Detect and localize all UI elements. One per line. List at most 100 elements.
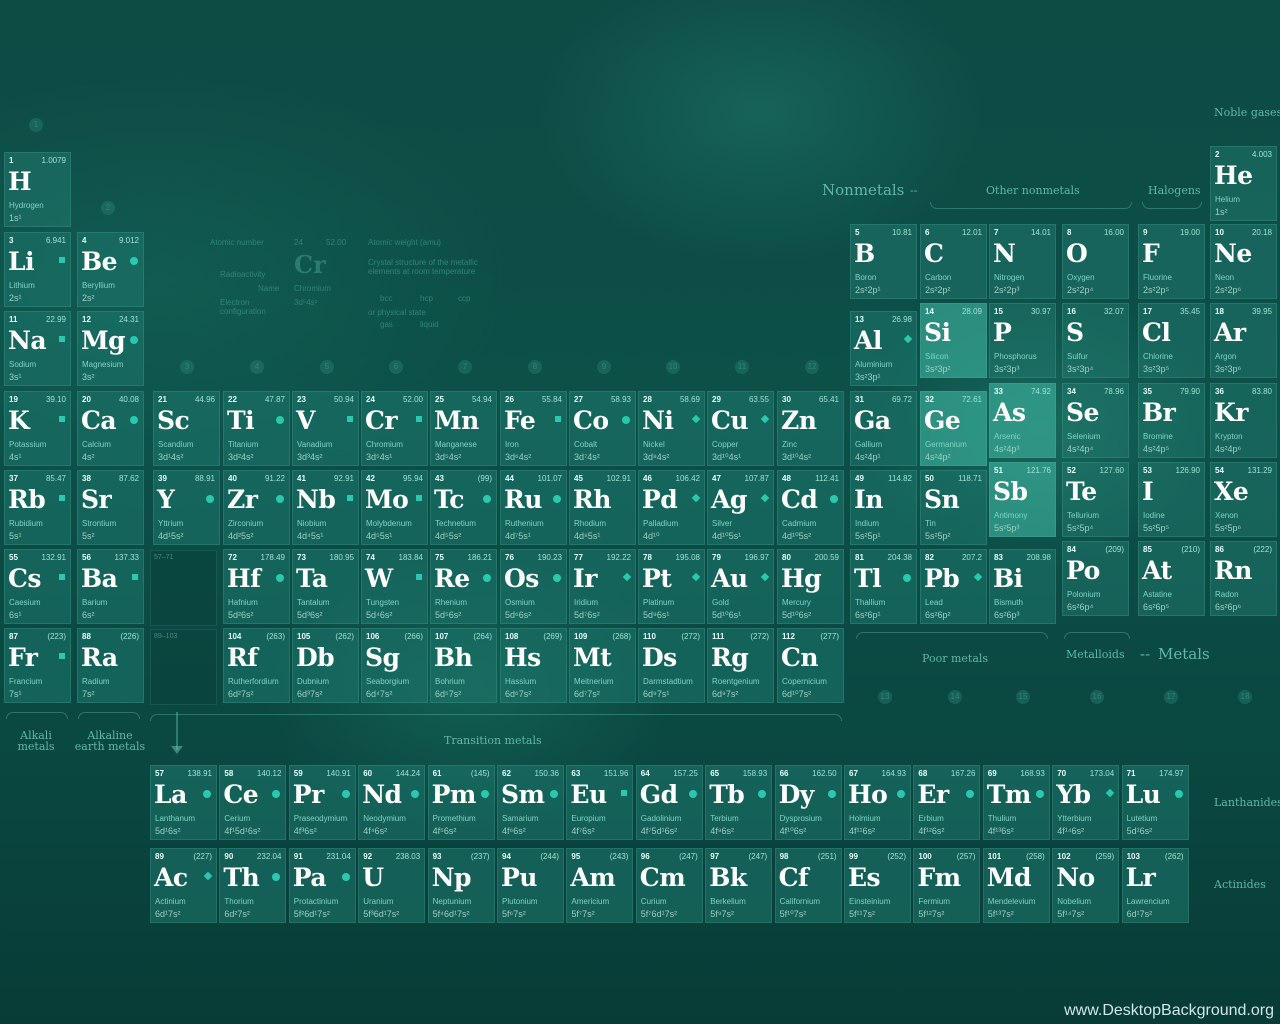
element-cell-sc[interactable]: 21 44.96 Sc Scandium 3d¹4s² [153, 391, 220, 466]
element-cell-re[interactable]: 75 186.21 Re Rhenium 5d⁵6s² [430, 549, 497, 624]
element-cell-hg[interactable]: 80 200.59 Hg Mercury 5d¹⁰6s² [777, 549, 844, 624]
element-cell-li[interactable]: 3 6.941 Li Lithium 2s¹ [4, 232, 71, 307]
element-cell-rb[interactable]: 37 85.47 Rb Rubidium 5s¹ [4, 470, 71, 545]
element-cell-ra[interactable]: 88 (226) Ra Radium 7s² [77, 628, 144, 703]
element-cell-cs[interactable]: 55 132.91 Cs Caesium 6s¹ [4, 549, 71, 624]
element-cell-zn[interactable]: 30 65.41 Zn Zinc 3d¹⁰4s² [777, 391, 844, 466]
element-cell-ru[interactable]: 44 101.07 Ru Ruthenium 4d⁷5s¹ [500, 470, 567, 545]
element-cell-in[interactable]: 49 114.82 In Indium 5s²5p¹ [850, 470, 917, 545]
element-cell-u[interactable]: 92 238.03 U Uranium 5f³6d¹7s² [358, 848, 426, 923]
element-cell-fr[interactable]: 87 (223) Fr Francium 7s¹ [4, 628, 71, 703]
element-cell-si[interactable]: 14 28.09 Si Silicon 3s²3p² [920, 303, 987, 378]
element-cell-cl[interactable]: 17 35.45 Cl Chlorine 3s²3p⁵ [1138, 303, 1205, 378]
element-cell-sr[interactable]: 38 87.62 Sr Strontium 5s² [77, 470, 144, 545]
element-cell-po[interactable]: 84 (209) Po Polonium 6s²6p⁴ [1062, 541, 1129, 616]
element-cell-p[interactable]: 15 30.97 P Phosphorus 3s²3p³ [989, 303, 1056, 378]
element-cell-as[interactable]: 33 74.92 As Arsenic 4s²4p³ [989, 383, 1056, 458]
element-cell-eu[interactable]: 63 151.96 Eu Europium 4f⁷6s² [566, 765, 634, 840]
element-cell-w[interactable]: 74 183.84 W Tungsten 5d⁴6s² [361, 549, 428, 624]
element-cell-cn[interactable]: 112 (277) Cn Copernicium 6d¹⁰7s² [777, 628, 844, 703]
element-cell-na[interactable]: 11 22.99 Na Sodium 3s¹ [4, 311, 71, 386]
element-cell-ce[interactable]: 58 140.12 Ce Cerium 4f¹5d¹6s² [219, 765, 287, 840]
element-cell-n[interactable]: 7 14.01 N Nitrogen 2s²2p³ [989, 224, 1056, 299]
element-cell-pr[interactable]: 59 140.91 Pr Praseodymium 4f³6s² [288, 765, 356, 840]
element-cell-he[interactable]: 2 4.003 He Helium 1s² [1210, 146, 1277, 221]
element-cell-cf[interactable]: 98 (251) Cf Californium 5f¹⁰7s² [774, 848, 842, 923]
element-cell-sg[interactable]: 106 (266) Sg Seaborgium 6d⁴7s² [361, 628, 428, 703]
element-cell-lu[interactable]: 71 174.97 Lu Lutetium 5d¹6s² [1121, 765, 1189, 840]
element-cell-zr[interactable]: 40 91.22 Zr Zirconium 4d²5s² [223, 470, 290, 545]
element-cell-os[interactable]: 76 190.23 Os Osmium 5d⁶6s² [500, 549, 567, 624]
element-cell-hs[interactable]: 108 (269) Hs Hassium 6d⁶7s² [500, 628, 567, 703]
element-cell-pb[interactable]: 82 207.2 Pb Lead 6s²6p² [920, 549, 987, 624]
element-cell-md[interactable]: 101 (258) Md Mendelevium 5f¹³7s² [982, 848, 1050, 923]
element-cell-rg[interactable]: 111 (272) Rg Roentgenium 6d⁹7s² [707, 628, 774, 703]
element-cell-er[interactable]: 68 167.26 Er Erbium 4f¹²6s² [913, 765, 981, 840]
element-cell-be[interactable]: 4 9.012 Be Beryllium 2s² [77, 232, 144, 307]
element-cell-ca[interactable]: 20 40.08 Ca Calcium 4s² [77, 391, 144, 466]
element-cell-fe[interactable]: 26 55.84 Fe Iron 3d⁶4s² [500, 391, 567, 466]
element-cell-xe[interactable]: 54 131.29 Xe Xenon 5s²5p⁶ [1210, 462, 1277, 537]
element-cell-f[interactable]: 9 19.00 F Fluorine 2s²2p⁵ [1138, 224, 1205, 299]
element-cell-al[interactable]: 13 26.98 Al Aluminium 3s²3p¹ [850, 311, 917, 386]
element-cell-mo[interactable]: 42 95.94 Mo Molybdenum 4d⁵5s¹ [361, 470, 428, 545]
element-cell-cr[interactable]: 24 52.00 Cr Chromium 3d⁵4s¹ [361, 391, 428, 466]
element-cell-ds[interactable]: 110 (272) Ds Darmstadtium 6d⁹7s¹ [638, 628, 705, 703]
element-cell-mt[interactable]: 109 (268) Mt Meitnerium 6d⁷7s² [569, 628, 636, 703]
element-cell-db[interactable]: 105 (262) Db Dubnium 6d³7s² [292, 628, 359, 703]
element-cell-ti[interactable]: 22 47.87 Ti Titanium 3d²4s² [223, 391, 290, 466]
element-cell-ge[interactable]: 32 72.61 Ge Germanium 4s²4p² [920, 391, 987, 466]
element-cell-pt[interactable]: 78 195.08 Pt Platinum 5d⁹6s¹ [638, 549, 705, 624]
element-cell-c[interactable]: 6 12.01 C Carbon 2s²2p² [920, 224, 987, 299]
element-cell-ni[interactable]: 28 58.69 Ni Nickel 3d⁸4s² [638, 391, 705, 466]
element-cell-rh[interactable]: 45 102.91 Rh Rhodium 4d⁸5s¹ [569, 470, 636, 545]
element-cell-ho[interactable]: 67 164.93 Ho Holmium 4f¹¹6s² [844, 765, 911, 840]
element-cell-hf[interactable]: 72 178.49 Hf Hafnium 5d²6s² [223, 549, 290, 624]
element-cell-am[interactable]: 95 (243) Am Americium 5f⁷7s² [566, 848, 634, 923]
element-cell-te[interactable]: 52 127.60 Te Tellurium 5s²5p⁴ [1062, 462, 1129, 537]
element-cell-ne[interactable]: 10 20.18 Ne Neon 2s²2p⁶ [1210, 224, 1277, 299]
element-cell-ar[interactable]: 18 39.95 Ar Argon 3s²3p⁶ [1210, 303, 1277, 378]
element-cell-cu[interactable]: 29 63.55 Cu Copper 3d¹⁰4s¹ [707, 391, 774, 466]
element-cell-lr[interactable]: 103 (262) Lr Lawrencium 6d¹7s² [1121, 848, 1189, 923]
element-cell-cm[interactable]: 96 (247) Cm Curium 5f⁷6d¹7s² [635, 848, 703, 923]
element-cell-nd[interactable]: 60 144.24 Nd Neodymium 4f⁴6s² [358, 765, 426, 840]
element-cell-yb[interactable]: 70 173.04 Yb Ytterbium 4f¹⁴6s² [1052, 765, 1120, 840]
element-cell-bk[interactable]: 97 (247) Bk Berkelium 5f⁹7s² [705, 848, 773, 923]
element-cell-bh[interactable]: 107 (264) Bh Bohrium 6d⁵7s² [430, 628, 497, 703]
element-cell-b[interactable]: 5 10.81 B Boron 2s²2p¹ [850, 224, 917, 299]
element-cell-i[interactable]: 53 126.90 I Iodine 5s²5p⁵ [1138, 462, 1205, 537]
element-cell-tc[interactable]: 43 (99) Tc Technetium 4d⁵5s² [430, 470, 497, 545]
element-cell-la[interactable]: 57 138.91 La Lanthanum 5d¹6s² [150, 765, 217, 840]
element-cell-dy[interactable]: 66 162.50 Dy Dysprosium 4f¹⁰6s² [774, 765, 842, 840]
element-cell-cd[interactable]: 48 112.41 Cd Cadmium 4d¹⁰5s² [777, 470, 844, 545]
element-cell-ta[interactable]: 73 180.95 Ta Tantalum 5d³6s² [292, 549, 359, 624]
element-cell-ga[interactable]: 31 69.72 Ga Gallium 4s²4p¹ [850, 391, 917, 466]
element-cell-ac[interactable]: 89 (227) Ac Actinium 6d¹7s² [150, 848, 217, 923]
element-cell-tl[interactable]: 81 204.38 Tl Thallium 6s²6p¹ [850, 549, 917, 624]
element-cell-mn[interactable]: 25 54.94 Mn Manganese 3d⁵4s² [430, 391, 497, 466]
element-cell-bi[interactable]: 83 208.98 Bi Bismuth 6s²6p³ [989, 549, 1056, 624]
element-cell-y[interactable]: 39 88.91 Y Yttrium 4d¹5s² [153, 470, 220, 545]
element-cell-se[interactable]: 34 78.96 Se Selenium 4s²4p⁴ [1062, 383, 1129, 458]
element-cell-th[interactable]: 90 232.04 Th Thorium 6d²7s² [219, 848, 287, 923]
element-cell-ba[interactable]: 56 137.33 Ba Barium 6s² [77, 549, 144, 624]
element-cell-fm[interactable]: 100 (257) Fm Fermium 5f¹²7s² [913, 848, 981, 923]
element-cell-np[interactable]: 93 (237) Np Neptunium 5f⁴6d¹7s² [427, 848, 495, 923]
element-cell-tb[interactable]: 65 158.93 Tb Terbium 4f⁹6s² [705, 765, 773, 840]
element-cell-o[interactable]: 8 16.00 O Oxygen 2s²2p⁴ [1062, 224, 1129, 299]
element-cell-au[interactable]: 79 196.97 Au Gold 5d¹⁰6s¹ [707, 549, 774, 624]
element-cell-sb[interactable]: 51 121.76 Sb Antimony 5s²5p³ [989, 462, 1056, 537]
element-cell-rn[interactable]: 86 (222) Rn Radon 6s²6p⁶ [1210, 541, 1277, 616]
element-cell-at[interactable]: 85 (210) At Astatine 6s²6p⁵ [1138, 541, 1205, 616]
element-cell-es[interactable]: 99 (252) Es Einsteinium 5f¹¹7s² [844, 848, 911, 923]
element-cell-ag[interactable]: 47 107.87 Ag Silver 4d¹⁰5s¹ [707, 470, 774, 545]
element-cell-pa[interactable]: 91 231.04 Pa Protactinium 5f²6d¹7s² [288, 848, 356, 923]
element-cell-sm[interactable]: 62 150.36 Sm Samarium 4f⁶6s² [497, 765, 564, 840]
element-cell-pu[interactable]: 94 (244) Pu Plutonium 5f⁶7s² [497, 848, 564, 923]
element-cell-mg[interactable]: 12 24.31 Mg Magnesium 3s² [77, 311, 144, 386]
element-cell-h[interactable]: 1 1.0079 H Hydrogen 1s¹ [4, 152, 71, 227]
element-cell-v[interactable]: 23 50.94 V Vanadium 3d³4s² [292, 391, 359, 466]
element-cell-co[interactable]: 27 58.93 Co Cobalt 3d⁷4s² [569, 391, 636, 466]
element-cell-ir[interactable]: 77 192.22 Ir Iridium 5d⁷6s² [569, 549, 636, 624]
